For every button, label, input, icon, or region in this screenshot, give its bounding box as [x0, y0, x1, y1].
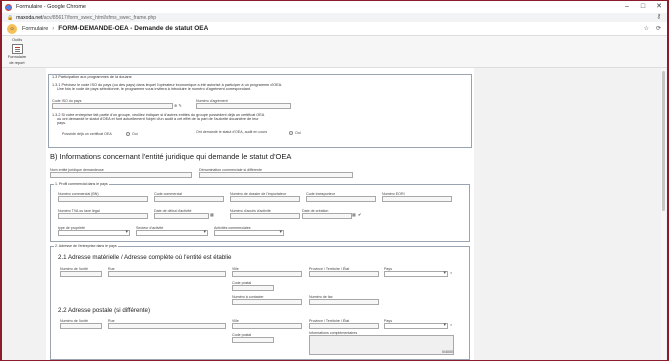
province-input[interactable]	[309, 271, 379, 277]
section-title: 1.3 Participation aux programmes de la d…	[52, 75, 132, 79]
carrier-code-input[interactable]	[306, 196, 376, 202]
question-text: Une fois le code de pays sélectionné, le…	[57, 87, 252, 91]
fax-input[interactable]	[309, 299, 379, 305]
city-input[interactable]	[232, 271, 302, 277]
postal-unit-input[interactable]	[60, 323, 102, 329]
close-button[interactable]: ✕	[651, 1, 667, 13]
ribbon-toolbar: Outils Formulaire de report	[2, 36, 667, 68]
browser-window: Formulaire - Google Chrome – □ ✕ 🔒 maxod…	[2, 1, 667, 360]
scrollbar-thumb[interactable]	[662, 71, 665, 211]
ownership-select[interactable]	[58, 229, 130, 236]
street-input[interactable]	[108, 271, 226, 277]
audit-radio[interactable]	[289, 131, 293, 135]
audit-option: Oui	[295, 131, 301, 135]
postal-street-input[interactable]	[108, 323, 226, 329]
chrome-icon	[5, 3, 12, 11]
own-cert-option: Oui	[132, 132, 138, 136]
clear-icon[interactable]: ×	[450, 270, 452, 275]
postal-city-input[interactable]	[232, 323, 302, 329]
iso-input[interactable]	[52, 103, 173, 109]
unit-input[interactable]	[60, 271, 102, 277]
physical-address-title: 2.1 Adresse matérielle / Adresse complèt…	[58, 254, 232, 261]
complement-textarea[interactable]	[309, 335, 454, 355]
country-select[interactable]	[384, 270, 448, 277]
check-icon: ✔	[358, 212, 362, 217]
sector-select[interactable]	[136, 229, 208, 236]
form-scroll-area: 1.3 Participation aux programmes de la d…	[2, 68, 667, 360]
own-cert-radio[interactable]	[126, 132, 130, 136]
eori-input[interactable]	[382, 196, 452, 202]
fieldset-title: 2. Adresse de l'entreprise dans le pays	[54, 244, 118, 248]
contact-number-input[interactable]	[232, 299, 302, 305]
ribbon-group-label: Outils	[12, 37, 23, 42]
minimize-button[interactable]: –	[619, 1, 635, 13]
form-icon	[11, 44, 23, 54]
agreement-input[interactable]	[196, 103, 291, 109]
postal-code-input-2[interactable]	[232, 337, 274, 343]
importer-file-input[interactable]	[230, 196, 300, 202]
lock-icon: 🔒	[7, 14, 14, 21]
breadcrumb-separator: ›	[52, 25, 55, 32]
question-text: ou ont demandé le statut d'OEA et font a…	[57, 117, 259, 121]
page-title: FORM-DEMANDE-OEA - Demande de statut OEA	[58, 25, 209, 32]
postal-province-input[interactable]	[309, 323, 379, 329]
form-page: 1.3 Participation aux programmes de la d…	[46, 68, 474, 360]
refresh-icon[interactable]: ⟳	[656, 25, 661, 32]
window-titlebar: Formulaire - Google Chrome – □ ✕	[2, 1, 667, 13]
postal-country-select[interactable]	[384, 322, 448, 329]
app-header: O Formulaire › FORM-DEMANDE-OEA - Demand…	[2, 22, 667, 36]
app-logo: O	[7, 23, 17, 34]
report-form-button[interactable]: Formulaire de report	[5, 44, 29, 65]
breadcrumb-root[interactable]: Formulaire	[22, 26, 48, 32]
calendar-icon[interactable]: ▦	[210, 212, 214, 217]
calendar-icon[interactable]: ▦	[352, 212, 356, 217]
fieldset-title: 1. Profil commercial dans le pays	[54, 182, 109, 186]
activity-code-input[interactable]	[230, 213, 300, 219]
commercial-select[interactable]	[214, 229, 284, 236]
audit-label: Ont demandé le statut d'OEA, audit en co…	[196, 130, 268, 134]
scrollbar[interactable]	[661, 68, 666, 360]
url-text[interactable]: maxoda.net/acv/85617/form_swec_html/sfms…	[16, 15, 156, 21]
postal-address-title: 2.2 Adresse postale (si différente)	[58, 307, 151, 314]
entity-name-input[interactable]	[50, 172, 192, 178]
key-icon[interactable]: ⚷	[657, 13, 661, 22]
start-date-input[interactable]	[154, 213, 209, 219]
address-bar[interactable]: 🔒 maxoda.net/acv/85617/form_swec_html/sf…	[2, 13, 667, 22]
own-cert-label: Possède déjà un certificat OEA	[62, 132, 112, 136]
add-icon[interactable]: ⊕ ✎	[174, 103, 182, 108]
tva-input[interactable]	[58, 213, 148, 219]
reg-num-input[interactable]	[58, 196, 148, 202]
maximize-button[interactable]: □	[635, 1, 651, 13]
trade-code-input[interactable]	[154, 196, 224, 202]
star-icon[interactable]: ☆	[644, 25, 649, 32]
clear-icon[interactable]: ×	[450, 322, 452, 327]
window-title: Formulaire - Google Chrome	[16, 4, 86, 10]
trade-name-input[interactable]	[199, 172, 353, 178]
section-b-title: B) Informations concernant l'entité juri…	[50, 152, 292, 161]
creation-date-input[interactable]	[302, 213, 352, 219]
question-text: pays.	[57, 121, 67, 125]
char-counter: 0/4000	[442, 350, 453, 354]
postal-code-input[interactable]	[232, 285, 274, 291]
